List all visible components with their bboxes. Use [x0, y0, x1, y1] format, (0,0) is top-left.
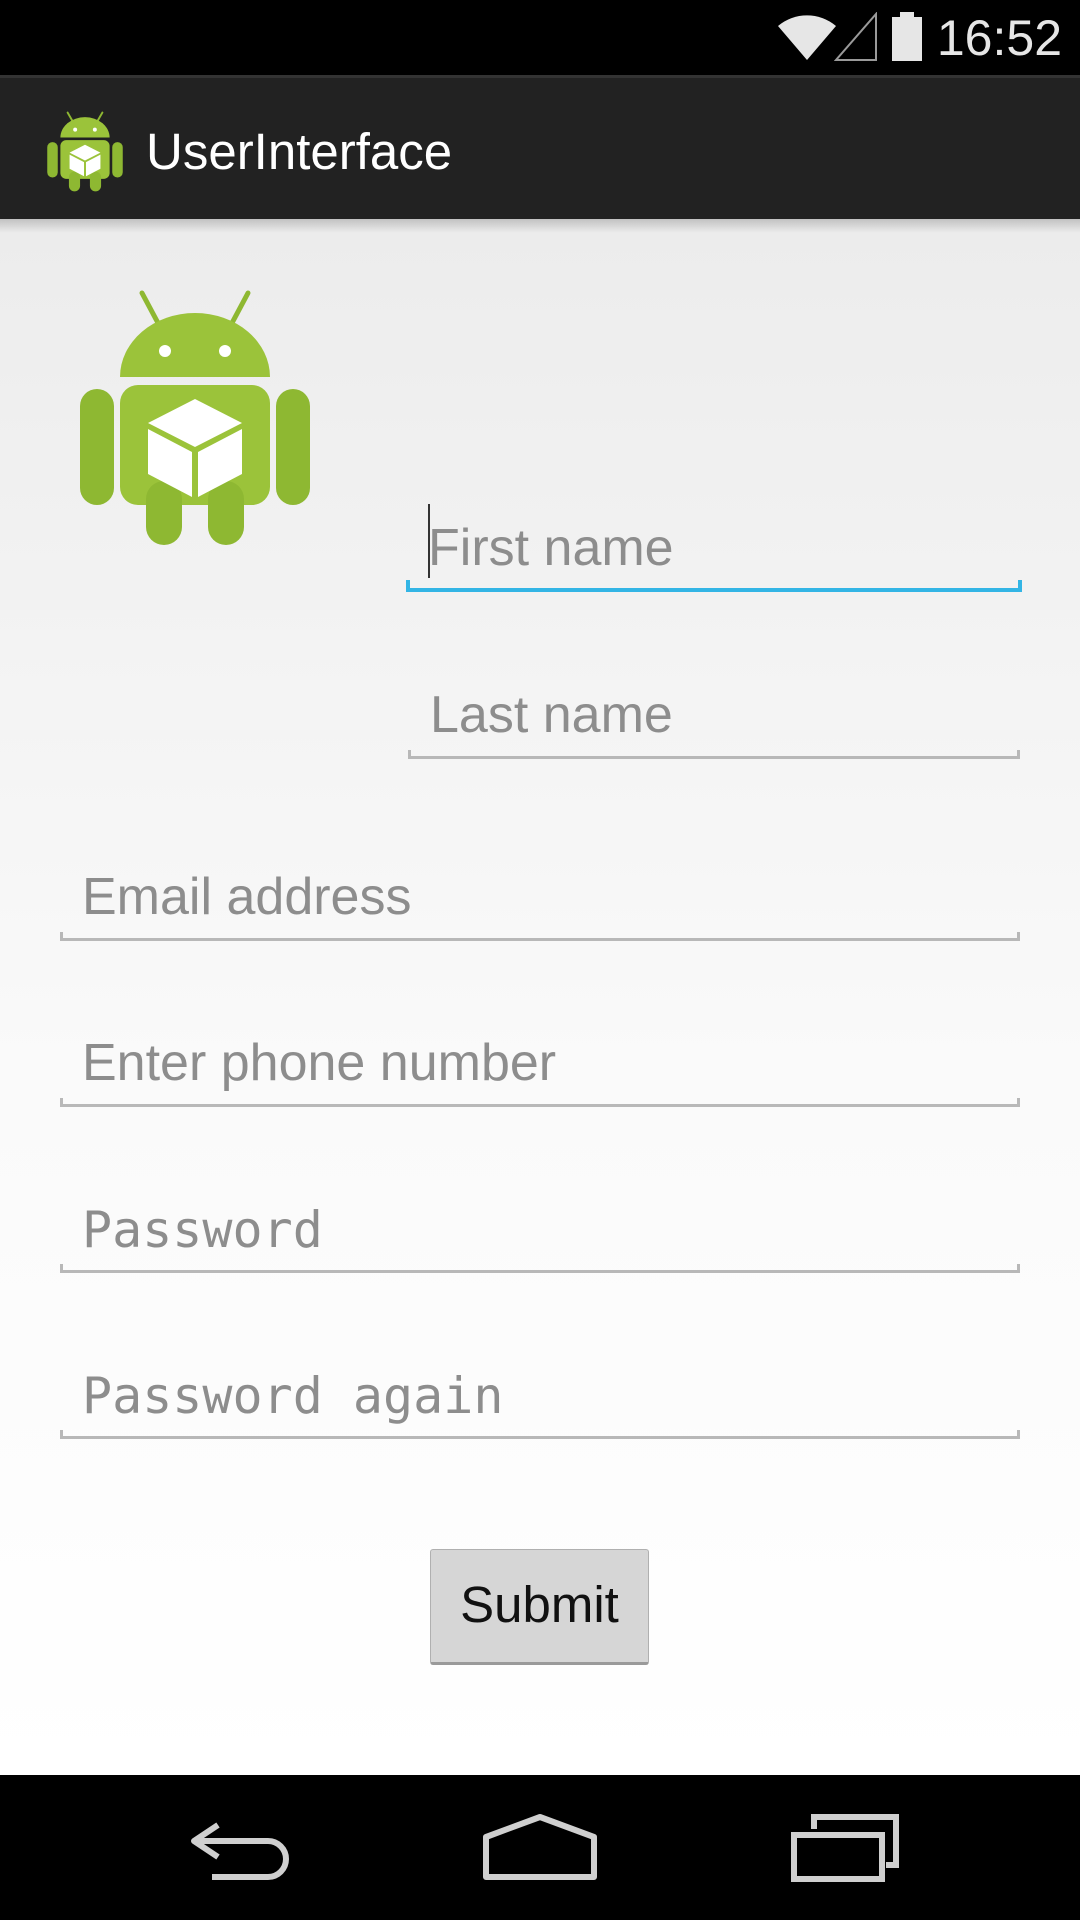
last-name-underline [408, 750, 1020, 759]
android-robot-image [80, 290, 310, 545]
signal-icon [834, 12, 877, 61]
status-time: 16:52 [936, 10, 1062, 66]
password-field[interactable]: Password [60, 1163, 1020, 1273]
screen: 16:52 UserInterface First name Last name… [0, 0, 1080, 1920]
phone-placeholder: Enter phone number [82, 1034, 557, 1092]
email-field[interactable]: Email address [60, 831, 1020, 941]
recents-icon[interactable] [774, 1795, 914, 1895]
last-name-placeholder: Last name [430, 686, 673, 744]
email-underline [60, 932, 1020, 941]
home-icon[interactable] [470, 1795, 610, 1895]
battery-icon [892, 12, 922, 61]
phone-field[interactable]: Enter phone number [60, 997, 1020, 1107]
password-again-underline [60, 1430, 1020, 1439]
first-name-placeholder: First name [428, 519, 674, 577]
wifi-icon [778, 15, 836, 60]
password-again-field[interactable]: Password again [60, 1329, 1020, 1439]
email-placeholder: Email address [82, 868, 412, 926]
last-name-field[interactable]: Last name [408, 649, 1020, 759]
app-title: UserInterface [146, 123, 453, 180]
navigation-bar [0, 1775, 1080, 1920]
submit-button[interactable]: Submit [430, 1549, 649, 1665]
phone-underline [60, 1098, 1020, 1107]
back-icon[interactable] [170, 1795, 310, 1895]
password-again-placeholder: Password again [82, 1367, 504, 1425]
first-name-underline [406, 580, 1022, 592]
status-bar: 16:52 [0, 0, 1080, 75]
password-placeholder: Password [82, 1201, 323, 1259]
form-container: First name Last name Email address Enter… [0, 219, 1080, 1775]
password-underline [60, 1264, 1020, 1273]
first-name-field[interactable]: First name [406, 482, 1022, 592]
action-bar: UserInterface [0, 75, 1080, 219]
android-app-icon [47, 111, 123, 192]
